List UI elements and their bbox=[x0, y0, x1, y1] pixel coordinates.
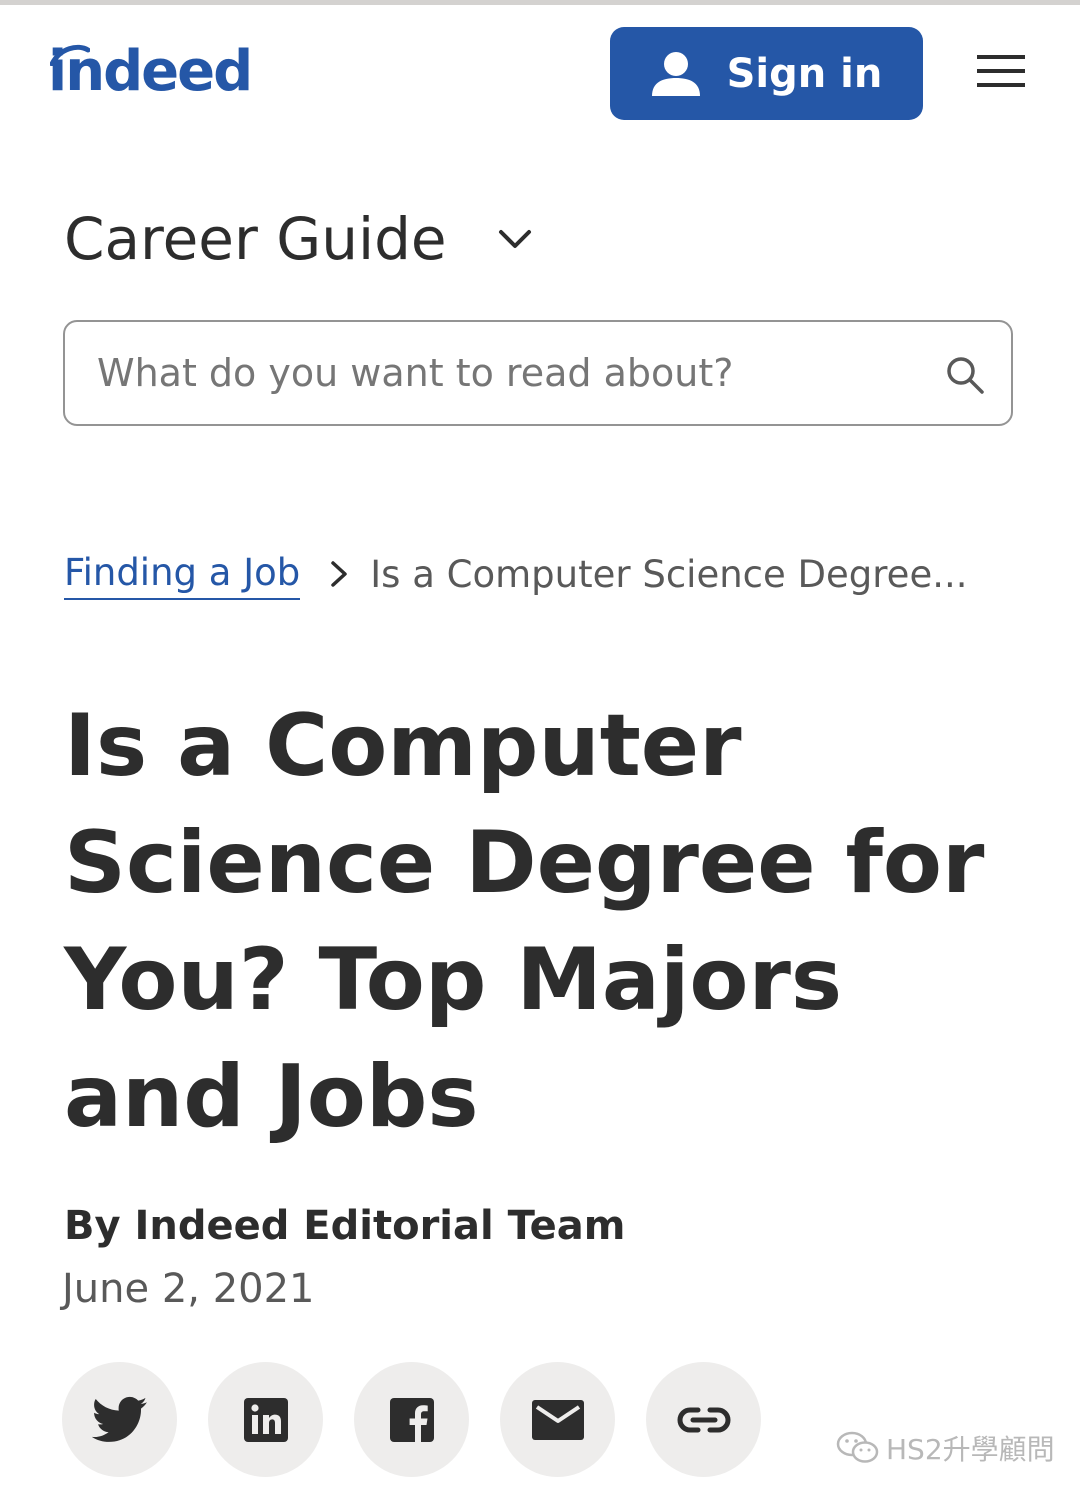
article-title: Is a Computer Science Degree for You? To… bbox=[64, 696, 985, 1147]
watermark: HS2升學顧問 bbox=[836, 1428, 1055, 1468]
search-box bbox=[63, 320, 1013, 426]
chevron-right-icon bbox=[328, 558, 350, 590]
breadcrumb-current: Is a Computer Science Degree... bbox=[370, 552, 968, 596]
article-byline: By Indeed Editorial Team bbox=[64, 1203, 626, 1249]
top-divider bbox=[0, 0, 1080, 5]
career-guide-dropdown[interactable]: Career Guide bbox=[64, 205, 533, 273]
share-twitter-button[interactable] bbox=[62, 1362, 177, 1477]
search-input[interactable] bbox=[95, 350, 919, 396]
breadcrumb: Finding a Job Is a Computer Science Degr… bbox=[64, 548, 1024, 600]
indeed-logo[interactable]: indeed bbox=[48, 36, 253, 106]
share-buttons bbox=[62, 1362, 761, 1477]
breadcrumb-link-finding-a-job[interactable]: Finding a Job bbox=[64, 548, 301, 600]
sign-in-button[interactable]: Sign in bbox=[610, 27, 923, 120]
hamburger-menu-icon[interactable] bbox=[976, 52, 1026, 92]
search-icon[interactable] bbox=[945, 355, 985, 395]
wechat-icon bbox=[836, 1431, 879, 1463]
share-email-button[interactable] bbox=[500, 1362, 615, 1477]
link-icon bbox=[676, 1407, 731, 1432]
email-icon bbox=[531, 1399, 584, 1440]
copy-link-button[interactable] bbox=[646, 1362, 761, 1477]
chevron-down-icon bbox=[498, 230, 531, 248]
linkedin-icon bbox=[243, 1397, 288, 1442]
watermark-text: HS2升學顧問 bbox=[886, 1433, 1055, 1466]
sign-in-label: Sign in bbox=[726, 50, 883, 97]
article-date: June 2, 2021 bbox=[62, 1266, 315, 1312]
career-guide-title: Career Guide bbox=[64, 205, 447, 273]
twitter-icon bbox=[91, 1396, 147, 1442]
share-facebook-button[interactable] bbox=[354, 1362, 469, 1477]
logo-arc-icon bbox=[50, 44, 90, 66]
user-icon bbox=[651, 51, 700, 96]
facebook-icon bbox=[389, 1397, 434, 1442]
share-linkedin-button[interactable] bbox=[208, 1362, 323, 1477]
